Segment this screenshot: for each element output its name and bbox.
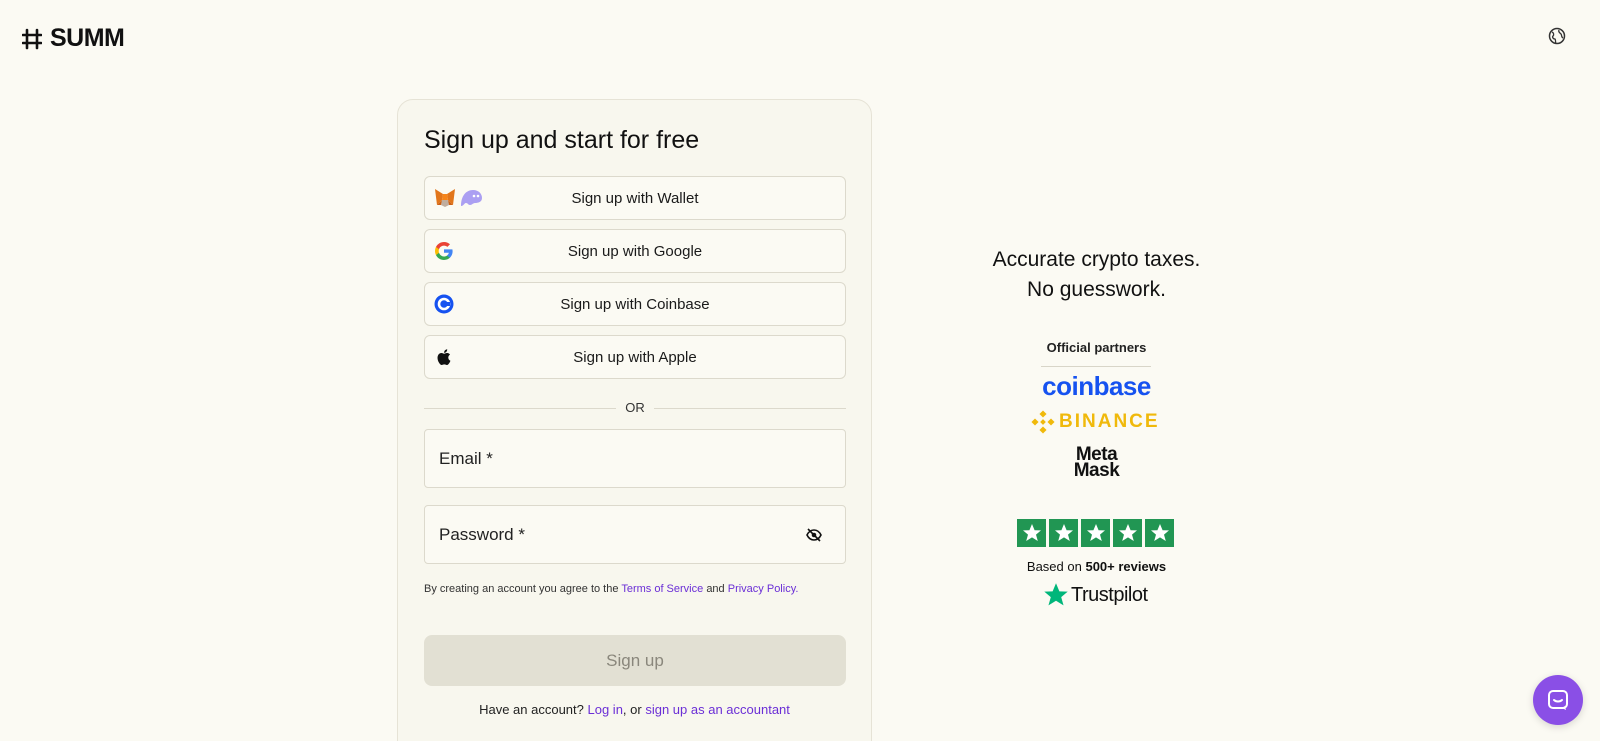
apple-signup-label: Sign up with Apple bbox=[573, 348, 697, 366]
trustpilot-star-icon bbox=[1044, 583, 1068, 606]
password-field[interactable]: Password * bbox=[424, 505, 846, 564]
password-input[interactable] bbox=[425, 506, 845, 563]
coinbase-signup-label: Sign up with Coinbase bbox=[560, 295, 710, 313]
google-signup-button[interactable]: Sign up with Google bbox=[424, 229, 846, 273]
summ-logo-icon bbox=[22, 28, 42, 49]
metamask-line-2: Mask bbox=[1073, 460, 1120, 481]
trustpilot-wordmark: Trustpilot bbox=[1071, 583, 1148, 606]
terms-prefix: By creating an account you agree to the bbox=[424, 583, 619, 595]
trustpilot-logo: Trustpilot bbox=[1043, 582, 1148, 608]
signup-button[interactable]: Sign up bbox=[424, 635, 846, 686]
email-input[interactable] bbox=[425, 430, 845, 487]
wallet-signup-label: Sign up with Wallet bbox=[571, 189, 699, 207]
card-title: Sign up and start for free bbox=[424, 126, 700, 154]
partners-title: Official partners bbox=[1046, 340, 1147, 355]
star-icon bbox=[1017, 519, 1046, 547]
star-icon bbox=[1113, 519, 1142, 547]
metamask-partner-logo: Meta Mask bbox=[1000, 445, 1193, 481]
or-divider: OR bbox=[424, 400, 846, 416]
login-link[interactable]: Log in bbox=[588, 702, 623, 717]
privacy-policy-link[interactable]: Privacy Policy bbox=[728, 583, 796, 595]
reviews-count: Based on 500+ reviews bbox=[1000, 559, 1193, 574]
brand-name: SUMM bbox=[50, 24, 125, 52]
apple-icon bbox=[437, 349, 451, 365]
signup-card: Sign up and start for free Sign up with … bbox=[397, 99, 872, 741]
login-prompt: Have an account? Log in, or sign up as a… bbox=[398, 702, 871, 717]
brand-logo[interactable]: SUMM bbox=[22, 24, 125, 53]
terms-of-service-link[interactable]: Terms of Service bbox=[621, 583, 703, 595]
trustpilot-rating-stars bbox=[1017, 519, 1174, 547]
login-prompt-prefix: Have an account? bbox=[479, 702, 584, 717]
coinbase-partner-logo: coinbase bbox=[1042, 371, 1151, 401]
coinbase-icon bbox=[434, 294, 454, 314]
globe-icon[interactable] bbox=[1548, 27, 1566, 45]
accountant-signup-link[interactable]: sign up as an accountant bbox=[645, 702, 790, 717]
star-icon bbox=[1081, 519, 1110, 547]
chat-launcher-button[interactable] bbox=[1533, 675, 1583, 725]
email-field[interactable]: Email * bbox=[424, 429, 846, 488]
terms-and: and bbox=[706, 583, 725, 595]
coinbase-signup-button[interactable]: Sign up with Coinbase bbox=[424, 282, 846, 326]
terms-text: By creating an account you agree to the … bbox=[424, 583, 798, 595]
eye-off-icon[interactable] bbox=[806, 527, 822, 543]
binance-icon bbox=[1031, 410, 1055, 434]
binance-partner-logo: BINANCE bbox=[1031, 410, 1160, 434]
reviews-prefix: Based on bbox=[1026, 559, 1082, 574]
metamask-fox-icon bbox=[435, 189, 455, 207]
divider-line bbox=[654, 408, 846, 409]
wallet-signup-button[interactable]: Sign up with Wallet bbox=[424, 176, 846, 220]
chat-icon bbox=[1548, 690, 1568, 710]
privacy-policy-period: . bbox=[795, 583, 799, 595]
tagline-line-1: Accurate crypto taxes. bbox=[992, 248, 1201, 271]
google-signup-label: Sign up with Google bbox=[567, 242, 703, 260]
phantom-ghost-icon bbox=[461, 190, 482, 206]
apple-signup-button[interactable]: Sign up with Apple bbox=[424, 335, 846, 379]
reviews-number: 500+ reviews bbox=[1085, 559, 1167, 574]
tagline-line-2: No guesswork. bbox=[1027, 278, 1166, 301]
login-prompt-middle: , or bbox=[622, 702, 642, 717]
tagline: Accurate crypto taxes. No guesswork. bbox=[970, 245, 1223, 305]
binance-wordmark: BINANCE bbox=[1059, 411, 1160, 432]
google-icon bbox=[435, 242, 453, 260]
star-icon bbox=[1145, 519, 1174, 547]
star-icon bbox=[1049, 519, 1078, 547]
partners-divider bbox=[1041, 366, 1151, 367]
